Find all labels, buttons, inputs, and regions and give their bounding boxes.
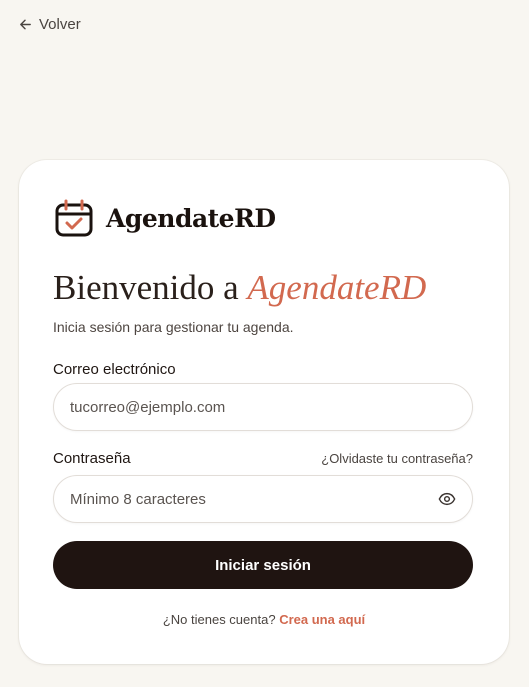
password-field-wrapper	[53, 475, 473, 523]
page-title: Bienvenido a AgendateRD	[53, 268, 426, 308]
forgot-password-link[interactable]: ¿Olvidaste tu contraseña?	[321, 451, 473, 466]
password-field[interactable]	[70, 490, 430, 508]
back-label: Volver	[39, 16, 81, 33]
login-card: AgendateRD Bienvenido a AgendateRD Inici…	[19, 160, 509, 664]
email-field[interactable]	[70, 398, 456, 416]
headline-accent: AgendateRD	[247, 268, 427, 307]
email-label: Correo electrónico	[53, 361, 176, 378]
signup-prompt: ¿No tienes cuenta? Crea una aquí	[19, 612, 509, 627]
arrow-left-icon	[20, 19, 31, 30]
brand: AgendateRD	[54, 198, 276, 238]
password-label: Contraseña	[53, 450, 131, 467]
login-button[interactable]: Iniciar sesión	[53, 541, 473, 589]
signup-prompt-text: ¿No tienes cuenta?	[162, 612, 276, 627]
page-subtitle: Inicia sesión para gestionar tu agenda.	[53, 319, 294, 335]
calendar-check-icon	[55, 199, 93, 237]
email-field-wrapper	[53, 383, 473, 431]
signup-link[interactable]: Crea una aquí	[279, 612, 365, 627]
brand-name: AgendateRD	[106, 203, 276, 233]
eye-icon[interactable]	[438, 490, 456, 508]
back-button[interactable]: Volver	[18, 16, 81, 33]
headline-prefix: Bienvenido a	[53, 268, 248, 307]
